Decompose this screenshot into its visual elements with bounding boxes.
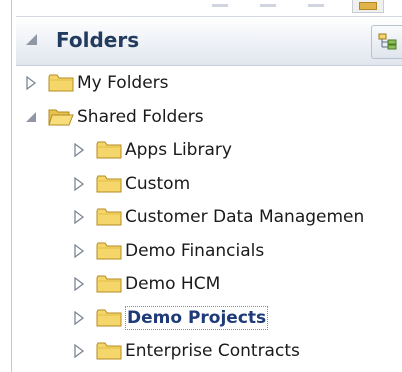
- tree-item[interactable]: My Folders: [24, 68, 169, 98]
- expand-triangle-icon[interactable]: [72, 142, 86, 158]
- expand-triangle-icon[interactable]: [72, 243, 86, 259]
- tree-item-label[interactable]: Demo Projects: [125, 305, 269, 330]
- tree-item-label[interactable]: Apps Library: [125, 139, 232, 161]
- expand-triangle-icon[interactable]: [24, 75, 38, 91]
- toolbar-folder-icon[interactable]: [352, 0, 384, 13]
- panel-title: Folders: [56, 28, 140, 52]
- toolbar-fragment: [308, 4, 324, 7]
- tree-item-label[interactable]: Demo Financials: [125, 240, 264, 262]
- tree-item[interactable]: Demo Projects: [72, 303, 269, 333]
- tree-item[interactable]: Enterprise Contracts: [72, 336, 300, 366]
- folder-icon: [38, 73, 74, 93]
- folder-icon: [86, 140, 122, 160]
- tree-item-label[interactable]: Custom: [125, 173, 190, 195]
- toolbar-fragment: [212, 4, 228, 7]
- left-divider: [11, 0, 12, 372]
- tree-item[interactable]: Customer Data Managemen: [72, 202, 364, 232]
- tree-item[interactable]: Custom: [72, 169, 190, 199]
- expand-triangle-icon[interactable]: [72, 343, 86, 359]
- tree-item[interactable]: Shared Folders: [24, 102, 204, 132]
- folder-open-icon: [38, 107, 74, 127]
- expand-triangle-icon[interactable]: [72, 209, 86, 225]
- folder-icon: [86, 308, 122, 328]
- folder-icon: [86, 174, 122, 194]
- tree-item-label[interactable]: Demo HCM: [125, 273, 220, 295]
- folder-icon: [86, 207, 122, 227]
- folder-icon: [86, 241, 122, 261]
- folder-icon: [86, 274, 122, 294]
- tree-item-label[interactable]: My Folders: [77, 72, 169, 94]
- expand-triangle-icon[interactable]: [72, 276, 86, 292]
- hierarchy-view-icon: [378, 33, 397, 50]
- expand-triangle-icon[interactable]: [72, 310, 86, 326]
- top-toolbar-fragment: [12, 0, 402, 14]
- tree-item-label[interactable]: Customer Data Managemen: [125, 206, 364, 228]
- collapse-triangle-icon[interactable]: [24, 109, 38, 125]
- tree-item[interactable]: Demo HCM: [72, 269, 220, 299]
- tree-item-label[interactable]: Shared Folders: [77, 106, 204, 128]
- tree-item-label[interactable]: Enterprise Contracts: [125, 340, 300, 362]
- toolbar-fragment: [260, 4, 276, 7]
- collapse-triangle-icon[interactable]: [26, 34, 37, 45]
- hierarchy-view-button[interactable]: [371, 25, 402, 59]
- tree-item[interactable]: Demo Financials: [72, 236, 264, 266]
- expand-triangle-icon[interactable]: [72, 176, 86, 192]
- folders-panel-header: Folders: [16, 16, 402, 66]
- folder-icon: [86, 341, 122, 361]
- tree-item[interactable]: Apps Library: [72, 135, 232, 165]
